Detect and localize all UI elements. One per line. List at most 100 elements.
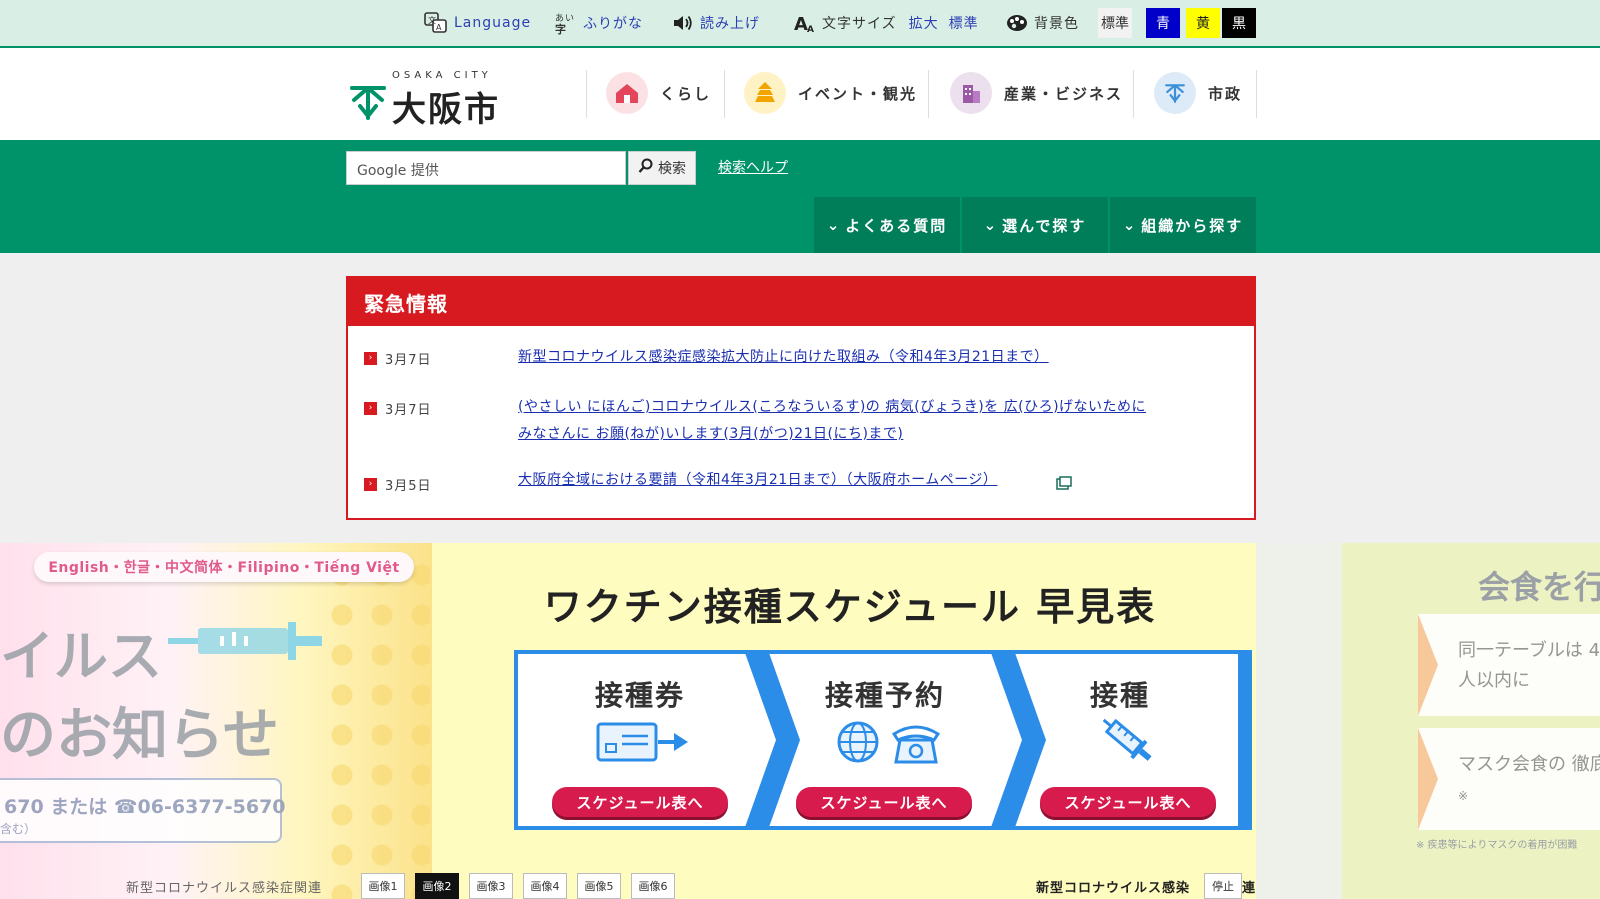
slide-left-heading: イルス: [0, 625, 162, 688]
footnote: ※ 疾患等によりマスクの着用が困難: [1416, 840, 1578, 851]
slide-caption-prev: 新型コロナウイルス感染症関連: [126, 881, 323, 896]
bg-standard-button[interactable]: 標準: [1098, 8, 1132, 38]
pagoda-icon: [744, 72, 786, 114]
slide-caption-current-tail: 連: [1242, 881, 1256, 896]
step-ticket-title: 接種券: [594, 679, 685, 712]
bgcolor-group: 背景色: [1006, 10, 1079, 36]
readaloud-button[interactable]: 読み上げ: [672, 10, 760, 36]
fontsize-large-button[interactable]: 拡大: [909, 13, 939, 33]
city-emblem-icon: [1154, 72, 1196, 114]
house-icon: [606, 72, 648, 114]
info-card: 同一テーブルは 4人以内に: [1418, 614, 1600, 716]
card-text: 同一テーブルは 4人以内に: [1458, 640, 1600, 691]
emergency-date: 3月7日: [385, 403, 432, 418]
palette-icon: [1006, 14, 1028, 32]
bgcolor-label: 背景色: [1034, 16, 1079, 32]
emergency-link[interactable]: (やさしい にほんご)コロナウイルス(ころなういるす)の 病気(びょうき)を 広…: [518, 394, 1146, 421]
language-button[interactable]: 文A Language: [424, 10, 531, 36]
card-arrow-icon: [1418, 614, 1438, 716]
schedule-button-vaccination[interactable]: スケジュール表へ: [1040, 787, 1216, 817]
step-reservation-title: 接種予約: [824, 679, 945, 712]
slide-tab-2[interactable]: 画像2: [415, 873, 459, 899]
chevron-down-icon: ⌄: [983, 216, 999, 234]
subnav-choose[interactable]: ⌄ 選んで探す: [962, 197, 1108, 253]
slide-caption-current: 新型コロナウイルス感染: [1036, 881, 1191, 896]
readaloud-label: 読み上げ: [700, 16, 760, 32]
emergency-date: 3月7日: [385, 353, 432, 368]
nav-shisei[interactable]: 市政: [1154, 70, 1242, 116]
card-arrow-icon: [1418, 728, 1438, 830]
svg-text:A: A: [807, 25, 815, 34]
emergency-link[interactable]: 新型コロナウイルス感染症感染拡大防止に向けた取組み（令和4年3月21日まで）: [518, 344, 1049, 371]
card-note-mark: ※: [1458, 789, 1469, 803]
language-label: Language: [454, 15, 532, 31]
subnav-org[interactable]: ⌄ 組織から探す: [1110, 197, 1256, 253]
emergency-title: 緊急情報: [348, 278, 1254, 326]
emergency-date: 3月5日: [385, 479, 432, 494]
subnav-faq[interactable]: ⌄ よくある質問: [814, 197, 960, 253]
info-card: マスク会食の 徹底 ※: [1418, 728, 1600, 830]
nav-kurashi-label: くらし: [660, 84, 712, 103]
search-input[interactable]: Google 提供: [346, 151, 626, 185]
subnav-choose-label: 選んで探す: [1002, 216, 1087, 235]
nav-event[interactable]: イベント・観光: [744, 70, 917, 116]
phone-note: 含む）: [0, 822, 37, 836]
search-button-label: 検索: [658, 161, 686, 177]
phone-number: 670 または ☎06-6377-5670: [4, 796, 286, 818]
slide-tab-3[interactable]: 画像3: [469, 873, 513, 899]
font-size-icon: AA: [794, 12, 816, 34]
schedule-button-ticket[interactable]: スケジュール表へ: [552, 787, 728, 817]
slider-pause-button[interactable]: 停止: [1204, 873, 1242, 899]
slide-tab-6[interactable]: 画像6: [631, 873, 675, 899]
nav-business[interactable]: 産業・ビジネス: [950, 70, 1123, 116]
translate-icon: 文A: [424, 12, 448, 34]
slide-tab-1[interactable]: 画像1: [361, 873, 405, 899]
language-pill: English・한글・中文简体・Filipino・Tiếng Việt: [34, 552, 414, 582]
slide-tab-4[interactable]: 画像4: [523, 873, 567, 899]
globe-phone-icon: [836, 718, 946, 770]
chevron-down-icon: ⌄: [1122, 216, 1138, 234]
logo-japanese: 大阪市: [392, 90, 500, 130]
nav-event-label: イベント・観光: [798, 84, 918, 103]
fontsize-label: 文字サイズ: [822, 16, 897, 32]
site-logo[interactable]: OSAKA CITY 大阪市: [348, 70, 518, 130]
nav-kurashi[interactable]: くらし: [606, 70, 711, 116]
search-icon: [638, 158, 654, 178]
arrow-right-icon: ›: [364, 478, 377, 491]
phone-card: 670 または ☎06-6377-5670 含む）: [0, 778, 286, 843]
city-emblem-icon: [350, 86, 386, 120]
syringe-icon: [168, 612, 328, 672]
slide-tab-5[interactable]: 画像5: [577, 873, 621, 899]
card-text-main: マスク会食の 徹底: [1458, 754, 1600, 775]
search-placeholder: Google 提供: [357, 163, 439, 179]
nav-divider: [724, 70, 725, 118]
arrow-right-icon: ›: [364, 352, 377, 365]
bg-blue-button[interactable]: 青: [1146, 8, 1180, 38]
schedule-button-reservation[interactable]: スケジュール表へ: [796, 787, 972, 817]
furigana-icon: あい字: [555, 11, 577, 35]
emergency-link-line2[interactable]: みなさんに お願(ねが)いします(3月(がつ)21日(にち)まで): [518, 421, 903, 448]
speaker-icon: [672, 13, 694, 33]
furigana-button[interactable]: あい字 ふりがな: [555, 10, 643, 36]
card-text: マスク会食の 徹底 ※: [1458, 750, 1600, 811]
slide-left-subheading: のお知らせ: [0, 703, 279, 768]
svg-text:字: 字: [555, 22, 567, 35]
bg-black-button[interactable]: 黒: [1222, 8, 1256, 38]
search-help-link[interactable]: 検索ヘルプ: [718, 157, 788, 177]
emergency-link[interactable]: 大阪府全域における要請（令和4年3月21日まで）（大阪府ホームページ）: [518, 467, 997, 494]
ticket-icon: [596, 720, 692, 768]
furigana-label: ふりがな: [583, 16, 643, 32]
step-vaccination-title: 接種: [1089, 679, 1150, 712]
nav-shisei-label: 市政: [1208, 84, 1243, 103]
syringe-icon: [1094, 712, 1158, 772]
search-button[interactable]: 検索: [628, 151, 696, 185]
svg-text:A: A: [436, 23, 442, 32]
bg-yellow-button[interactable]: 黄: [1186, 8, 1220, 38]
fontsize-standard-button[interactable]: 標準: [949, 13, 979, 33]
external-window-icon: [1056, 475, 1072, 494]
nav-divider: [928, 70, 929, 118]
nav-divider: [1256, 70, 1257, 118]
fontsize-group: AA 文字サイズ 拡大 標準: [794, 10, 979, 36]
nav-business-label: 産業・ビジネス: [1004, 84, 1124, 103]
building-icon: [950, 72, 992, 114]
